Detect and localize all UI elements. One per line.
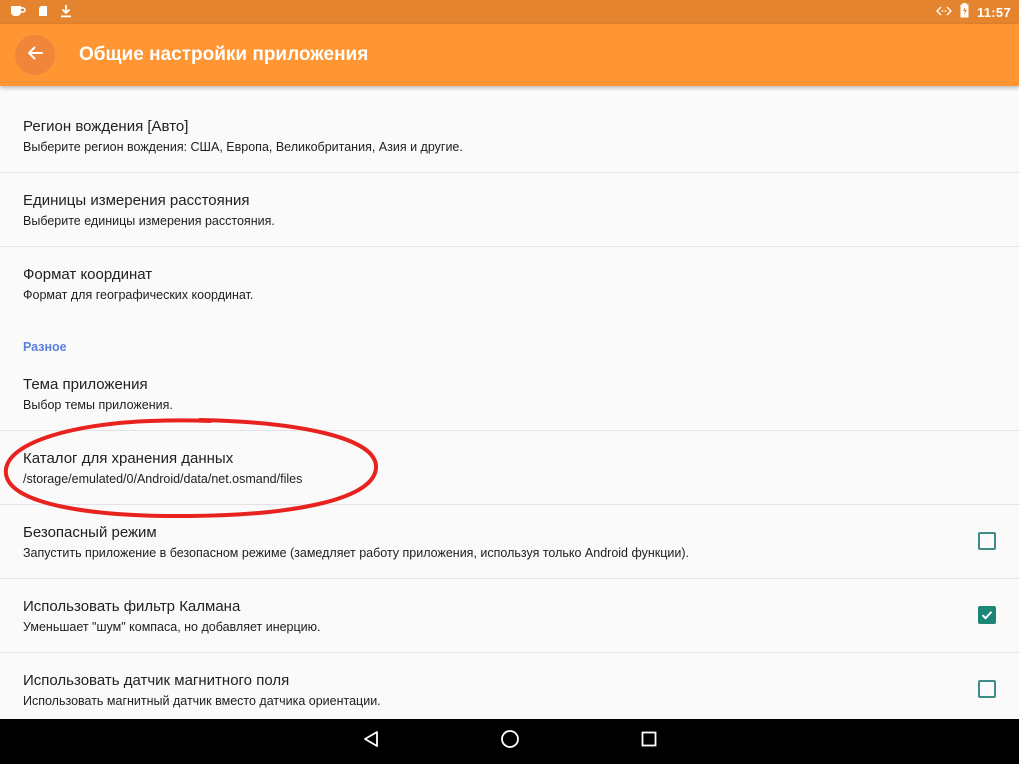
setting-coordinate-format[interactable]: Формат координат Формат для географическ… [0, 247, 1019, 321]
back-triangle-icon [362, 730, 380, 753]
setting-app-theme[interactable]: Тема приложения Выбор темы приложения. [0, 361, 1019, 431]
battery-icon [960, 3, 969, 21]
setting-title: Тема приложения [23, 376, 148, 393]
sync-arrows-icon [936, 5, 952, 20]
setting-summary: /storage/emulated/0/Android/data/net.osm… [23, 472, 303, 486]
setting-magnetic-sensor[interactable]: Использовать датчик магнитного поля Испо… [0, 653, 1019, 719]
checkmark-icon [980, 608, 994, 627]
app-bar: Общие настройки приложения [0, 24, 1019, 86]
coffee-icon [10, 4, 26, 21]
setting-title: Использовать фильтр Калмана [23, 598, 241, 615]
setting-summary: Выберите единицы измерения расстояния. [23, 214, 275, 228]
setting-summary: Уменьшает "шум" компаса, но добавляет ин… [23, 620, 321, 634]
setting-storage-folder[interactable]: Каталог для хранения данных /storage/emu… [0, 431, 1019, 505]
setting-summary: Выбор темы приложения. [23, 398, 173, 412]
setting-title: Безопасный режим [23, 524, 157, 541]
setting-summary: Формат для географических координат. [23, 288, 254, 302]
setting-summary: Использовать магнитный датчик вместо дат… [23, 694, 381, 708]
kalman-filter-checkbox[interactable] [978, 606, 996, 624]
status-left-icons [10, 4, 72, 21]
recents-square-icon [641, 731, 657, 752]
arrow-left-icon [26, 44, 44, 67]
status-right-icons: 11:57 [936, 3, 1011, 21]
setting-summary: Запустить приложение в безопасном режиме… [23, 546, 690, 560]
navigation-bar [0, 719, 1019, 764]
setting-title: Единицы измерения расстояния [23, 192, 250, 209]
category-header-misc: Разное [23, 340, 67, 354]
nav-recents-button[interactable] [637, 730, 661, 754]
safe-mode-checkbox[interactable] [978, 532, 996, 550]
setting-kalman-filter[interactable]: Использовать фильтр Калмана Уменьшает "ш… [0, 579, 1019, 653]
home-circle-icon [500, 729, 520, 754]
setting-title: Каталог для хранения данных [23, 450, 234, 467]
back-button[interactable] [15, 35, 55, 75]
setting-safe-mode[interactable]: Безопасный режим Запустить приложение в … [0, 505, 1019, 579]
setting-driving-region[interactable]: Регион вождения [Авто] Выберите регион в… [0, 86, 1019, 173]
setting-title: Использовать датчик магнитного поля [23, 672, 290, 689]
page-title: Общие настройки приложения [79, 44, 369, 65]
magnetic-sensor-checkbox[interactable] [978, 680, 996, 698]
status-clock: 11:57 [976, 4, 1011, 20]
setting-distance-units[interactable]: Единицы измерения расстояния Выберите ед… [0, 173, 1019, 247]
status-bar: 11:57 [0, 0, 1019, 24]
setting-title: Формат координат [23, 266, 153, 283]
setting-title: Регион вождения [Авто] [23, 118, 189, 135]
setting-summary: Выберите регион вождения: США, Европа, В… [23, 140, 463, 154]
download-icon [60, 4, 72, 21]
nav-home-button[interactable] [498, 730, 522, 754]
nav-back-button[interactable] [359, 730, 383, 754]
sd-card-icon [38, 5, 48, 20]
settings-list[interactable]: Регион вождения [Авто] Выберите регион в… [0, 86, 1019, 719]
